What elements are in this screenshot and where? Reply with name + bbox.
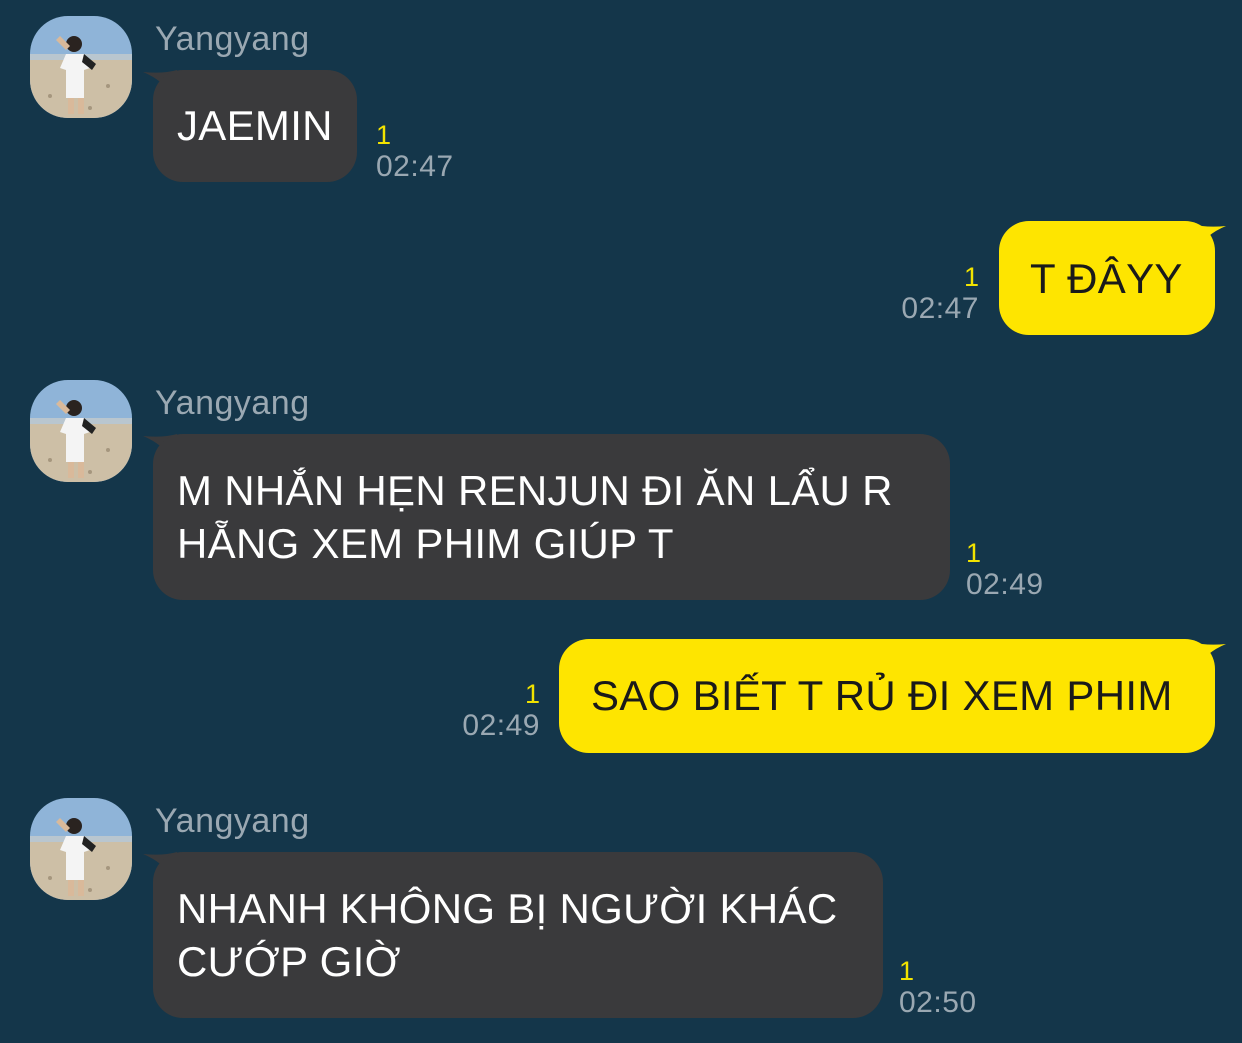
message-text: T ĐÂYY: [1030, 255, 1183, 302]
profile-photo-icon: [30, 16, 132, 118]
message-meta: 1 02:50: [899, 956, 977, 1020]
avatar[interactable]: [30, 380, 132, 482]
message-text-line: HẴNG XEM PHIM GIÚP T: [177, 520, 674, 567]
message-text: SAO BIẾT T RỦ ĐI XEM PHIM: [591, 672, 1173, 719]
message-text-line: M NHẮN HẸN RENJUN ĐI ĂN LẨU R: [177, 467, 893, 514]
message-text-line: CƯỚP GIỜ: [177, 938, 401, 985]
message-bubble-outgoing[interactable]: SAO BIẾT T RỦ ĐI XEM PHIM: [559, 639, 1215, 753]
message-text: JAEMIN: [177, 102, 333, 149]
timestamp: 02:50: [899, 986, 977, 1019]
sender-name: Yangyang: [155, 384, 310, 422]
timestamp: 02:47: [376, 150, 454, 183]
chat-room: Yangyang JAEMIN 1 02:47 T ĐÂYY 1 02:47 Y…: [0, 0, 1242, 1043]
avatar[interactable]: [30, 16, 132, 118]
unread-count: 1: [899, 956, 915, 986]
message-bubble-incoming[interactable]: M NHẮN HẸN RENJUN ĐI ĂN LẨU R HẴNG XEM P…: [153, 434, 950, 600]
message-meta: 1 02:47: [376, 120, 454, 184]
message-text-line: NHANH KHÔNG BỊ NGƯỜI KHÁC: [177, 885, 838, 932]
sender-name: Yangyang: [155, 20, 310, 58]
message-bubble-outgoing[interactable]: T ĐÂYY: [999, 221, 1215, 335]
message-bubble-incoming[interactable]: JAEMIN: [153, 70, 357, 182]
message-meta: 1 02:49: [966, 538, 1044, 602]
timestamp: 02:49: [966, 568, 1044, 601]
sender-name: Yangyang: [155, 802, 310, 840]
timestamp: 02:47: [901, 292, 979, 325]
unread-count: 1: [524, 679, 540, 709]
message-meta: 1 02:47: [901, 262, 979, 326]
profile-photo-icon: [30, 380, 132, 482]
unread-count: 1: [966, 538, 982, 568]
profile-photo-icon: [30, 798, 132, 900]
unread-count: 1: [376, 120, 392, 150]
avatar[interactable]: [30, 798, 132, 900]
unread-count: 1: [963, 262, 979, 292]
timestamp: 02:49: [462, 709, 540, 742]
message-meta: 1 02:49: [462, 679, 540, 743]
message-bubble-incoming[interactable]: NHANH KHÔNG BỊ NGƯỜI KHÁC CƯỚP GIỜ: [153, 852, 883, 1018]
